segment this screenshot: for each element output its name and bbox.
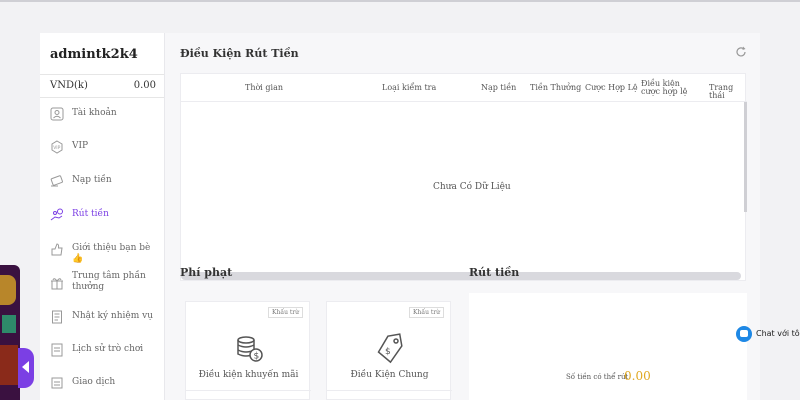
deduct-badge: Khấu trừ [409,307,444,318]
table-header: Thời gian Loại kiểm tra Nạp tiền Tiền Th… [181,74,747,102]
nav-label: Giới thiệu bạn bè 👍 [72,243,151,264]
currency-label: VND(k) [50,80,88,91]
card-label: Điều Kiện Chung [350,370,429,380]
nav-label: Trung tâm phần thưởng [72,271,146,292]
coins-icon: $ [237,336,263,362]
nav-item-referral[interactable]: Giới thiệu bạn bè 👍 [40,235,164,265]
price-tag-icon: $ [377,333,403,364]
nav-label: Nhật ký nhiệm vụ [72,311,153,321]
nav-item-transactions[interactable]: Giao dịch [40,369,164,399]
conditions-title: Điều Kiện Rút Tiền [180,47,299,60]
withdraw-title: Rút tiền [469,266,520,279]
chevron-left-icon [22,361,29,373]
nav-label: Lịch sử trò chơi [72,344,144,354]
nav-label: Tài khoản [72,108,117,118]
promo-collapse-button[interactable] [18,348,34,388]
nav-item-deposit[interactable]: Nạp tiền [40,167,164,197]
username: admintk2k4 [50,47,138,62]
column-header: Thời gian [245,83,284,92]
card-divider [327,390,452,391]
nav-label: Rút tiền [72,209,109,219]
nav-item-rewards[interactable]: Trung tâm phần thưởng [40,269,164,299]
svg-text:$: $ [254,352,260,362]
promo-art [0,345,18,385]
column-header: Nạp tiền [481,83,517,92]
deposit-icon [50,175,63,187]
promo-art [0,275,16,305]
balance-row: VND(k) 0.00 [40,74,164,98]
chat-icon [736,326,752,342]
gift-icon [51,278,63,290]
card-divider [186,390,311,391]
nav-item-task-log[interactable]: Nhật ký nhiệm vụ [40,303,164,333]
card-label: Điều kiện khuyến mãi [198,370,299,380]
withdrawable-label: Số tiền có thể rút [566,373,629,381]
vertical-scrollbar[interactable] [744,102,747,212]
deduct-badge: Khấu trừ [268,307,303,318]
nav-item-account[interactable]: Tài khoản [40,100,164,130]
nav-label: Giao dịch [72,377,116,387]
top-border [0,0,800,2]
empty-state-text: Chưa Có Dữ Liệu [433,182,511,192]
penalty-title: Phí phạt [180,266,233,279]
user-icon [50,107,64,121]
nav-label: VIP [72,141,89,151]
column-header: Trạng thái [709,83,734,100]
task-log-icon [52,310,62,324]
chat-widget[interactable]: Chat với tôi [736,326,800,344]
main-panel: Điều Kiện Rút Tiền Thời gian Loại kiểm t… [164,33,760,400]
svg-text:VIP: VIP [53,145,60,151]
refresh-icon[interactable] [735,46,747,58]
nav-item-vip[interactable]: VIP VIP [40,133,164,163]
promo-art [2,315,16,333]
nav-item-withdraw[interactable]: Rút tiền [40,201,164,231]
conditions-table: Thời gian Loại kiểm tra Nạp tiền Tiền Th… [180,73,747,281]
vip-icon: VIP [51,140,63,154]
column-header: Điều kiện cược hợp lệ [641,79,688,96]
column-header: Loại kiểm tra [382,83,437,92]
general-condition-card[interactable]: Khấu trừ $ Điều Kiện Chung [326,301,452,400]
transaction-icon [51,377,63,389]
horizontal-scrollbar[interactable] [181,272,741,280]
chat-label: Chat với tôi [756,329,800,338]
floating-promo-banner[interactable] [0,265,20,400]
game-history-icon [51,343,63,357]
balance-amount: 0.00 [133,80,156,91]
svg-text:$: $ [385,347,391,357]
withdraw-summary: Số tiền có thể rút 0.00 [469,293,747,400]
nav-label: Nạp tiền [72,175,112,185]
promo-condition-card[interactable]: Khấu trừ $ Điều kiện khuyến mãi [185,301,311,400]
withdraw-icon [50,208,63,221]
column-header: Tiền Thưởng [530,83,582,92]
column-header: Cược Hợp Lệ [585,83,638,92]
withdrawable-amount: 0.00 [624,369,651,383]
referral-icon [51,243,63,256]
nav-item-game-history[interactable]: Lịch sử trò chơi [40,336,164,366]
account-sidebar: admintk2k4 VND(k) 0.00 Tài khoản VIP VIP… [40,33,164,400]
